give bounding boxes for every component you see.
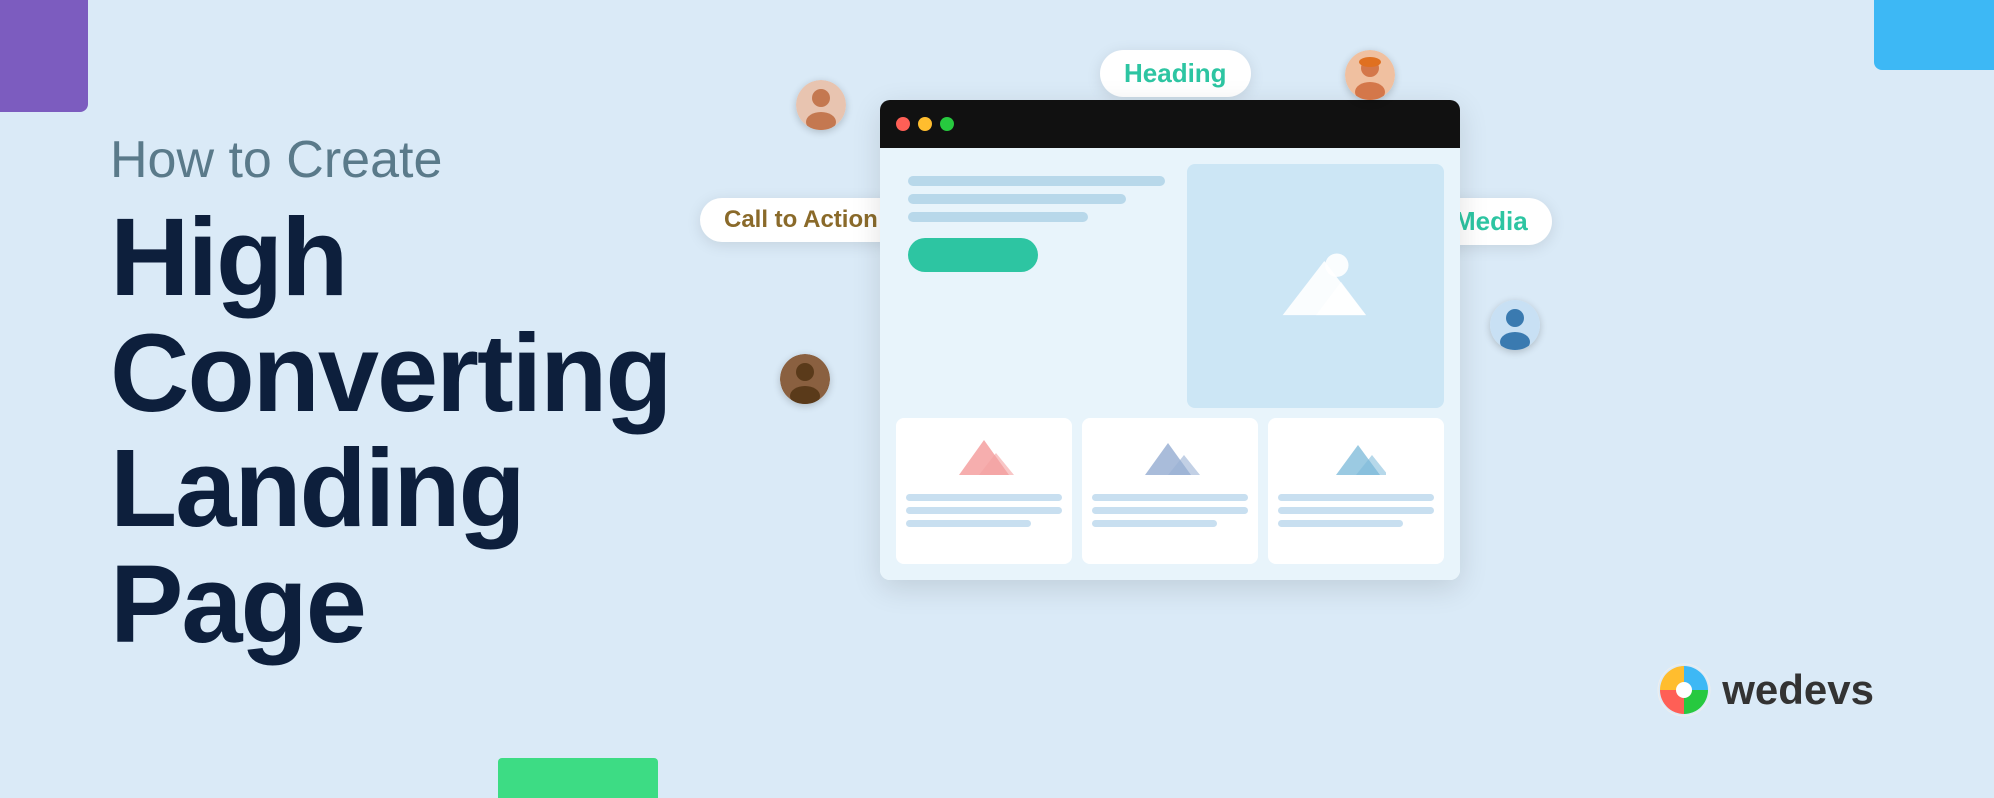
corner-blue-decoration [1874, 0, 1994, 70]
text-line-3 [908, 212, 1088, 222]
card-1-line-3 [906, 520, 1031, 527]
browser-media-col [1187, 164, 1444, 408]
card-1-image [906, 428, 1062, 488]
browser-cta-button [908, 238, 1038, 272]
browser-dot-green [940, 117, 954, 131]
cta-label: Call to Action [700, 198, 902, 242]
heading-label: Heading [1100, 50, 1251, 97]
avatar-top-right [1345, 50, 1395, 100]
card-2-image [1092, 428, 1248, 488]
avatar-right-edge [1490, 300, 1540, 350]
card-3-line-2 [1278, 507, 1434, 514]
browser-card-grid [896, 418, 1444, 564]
mountain-illustration [1266, 246, 1366, 326]
card-2-line-2 [1092, 507, 1248, 514]
hero-title-line2: Landing Page [110, 427, 524, 666]
card-1-line-2 [906, 507, 1062, 514]
browser-card-1 [896, 418, 1072, 564]
text-line-1 [908, 176, 1165, 186]
card-2-line-3 [1092, 520, 1217, 527]
hero-subtitle: How to Create [110, 130, 790, 190]
wedevs-brand: wedevs [1656, 662, 1874, 718]
text-line-2 [908, 194, 1126, 204]
card-1-line-1 [906, 494, 1062, 501]
card-2-line-1 [1092, 494, 1248, 501]
browser-dot-yellow [918, 117, 932, 131]
card-3-image [1278, 428, 1434, 488]
avatar-middle [780, 354, 830, 404]
wedevs-brand-name: wedevs [1722, 666, 1874, 714]
browser-body [880, 148, 1460, 580]
corner-purple-decoration [0, 0, 88, 112]
card-2-mountain-icon [1140, 435, 1200, 480]
card-3-line-3 [1278, 520, 1403, 527]
browser-toolbar [880, 100, 1460, 148]
wedevs-logo-icon [1656, 662, 1712, 718]
card-1-mountain-icon [954, 435, 1014, 480]
browser-mockup [880, 100, 1460, 580]
browser-dot-red [896, 117, 910, 131]
hero-title: High Converting Landing Page [110, 200, 790, 662]
avatar-top-center [796, 80, 846, 130]
card-3-line-1 [1278, 494, 1434, 501]
browser-top-section [896, 164, 1444, 408]
hero-text-block: How to Create High Converting Landing Pa… [110, 130, 790, 662]
browser-card-3 [1268, 418, 1444, 564]
browser-card-2 [1082, 418, 1258, 564]
card-3-mountain-icon [1326, 435, 1386, 480]
corner-green-decoration [498, 758, 658, 798]
hero-title-line1: High Converting [110, 196, 671, 435]
browser-text-col [896, 164, 1177, 408]
